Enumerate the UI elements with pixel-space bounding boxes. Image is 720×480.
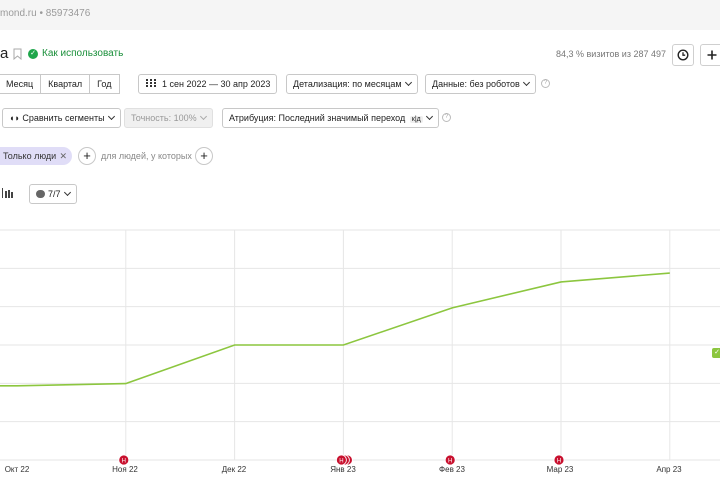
attribution-label: Атрибуция: Последний значимый переход <box>229 113 406 123</box>
chevron-down-icon <box>107 112 115 121</box>
chart-type-icon[interactable] <box>2 188 13 198</box>
clock-icon <box>677 49 689 61</box>
how-to-use-label: Как использовать <box>42 48 124 59</box>
date-range-label: 1 сен 2022 — 30 апр 2023 <box>162 79 271 89</box>
comment-icon <box>36 190 45 198</box>
chevron-down-icon <box>404 78 412 87</box>
close-icon[interactable]: ✕ <box>59 147 67 165</box>
help-icon[interactable]: ? <box>541 79 550 88</box>
breadcrumb-counter-id: 85973476 <box>45 8 91 19</box>
x-tick-label: Мар 23 <box>546 465 574 474</box>
data-mode-label: Данные: без роботов <box>432 79 520 89</box>
chevron-down-icon <box>199 112 207 121</box>
annotations-count: 7/7 <box>48 189 61 199</box>
annotation-marker[interactable]: Н <box>335 454 347 466</box>
visits-chart: НННННН <box>0 229 720 466</box>
add-filter-button[interactable]: + <box>195 147 213 165</box>
annotations-dropdown[interactable]: 7/7 <box>29 184 77 204</box>
annotation-marker-label: Н <box>448 459 452 465</box>
export-button[interactable] <box>700 44 720 66</box>
top-bar: mond.ru • 85973476 <box>0 0 720 30</box>
breadcrumb-site[interactable]: mond.ru <box>0 8 37 19</box>
x-tick-label: Фев 23 <box>439 465 465 474</box>
x-tick-label: Окт 22 <box>4 465 30 474</box>
annotation-marker-label: Н <box>339 459 343 465</box>
breadcrumb: mond.ru • 85973476 <box>0 8 90 19</box>
add-segment-button[interactable]: + <box>78 147 96 165</box>
segments-icon: ◖◗ <box>9 113 20 123</box>
series-line <box>0 272 670 387</box>
compare-segments-label: Сравнить сегменты <box>22 113 105 123</box>
chevron-down-icon <box>63 188 71 197</box>
filter-placeholder: для людей, у которых <box>101 151 192 161</box>
detail-dropdown[interactable]: Детализация: по месяцам <box>286 74 418 94</box>
accuracy-dropdown[interactable]: Точность: 100% <box>124 108 213 128</box>
x-tick-label: Ноя 22 <box>112 465 138 474</box>
date-range-button[interactable]: 1 сен 2022 — 30 апр 2023 <box>138 74 278 94</box>
annotation-marker[interactable]: Н <box>553 454 565 466</box>
annotation-marker[interactable]: Н <box>444 454 456 466</box>
annotation-marker[interactable]: Н <box>118 454 130 466</box>
period-year-button[interactable]: Год <box>90 74 120 94</box>
x-tick-label: Янв 23 <box>330 465 356 474</box>
page-title: а <box>0 45 9 62</box>
bookmark-icon[interactable] <box>13 48 22 60</box>
attribution-badge: к|д <box>409 116 423 123</box>
x-tick-label: Дек 22 <box>221 465 247 474</box>
title-row: а ✓ Как использовать 84,3 % визитов из 2… <box>0 44 720 66</box>
segment-chip[interactable]: Только люди ✕ <box>0 147 72 165</box>
compare-segments-dropdown[interactable]: ◖◗ Сравнить сегменты <box>2 108 121 128</box>
detail-label: Детализация: по месяцам <box>293 79 402 89</box>
help-icon[interactable]: ? <box>442 113 451 122</box>
plus-icon <box>707 50 717 60</box>
data-mode-dropdown[interactable]: Данные: без роботов <box>425 74 536 94</box>
segment-chip-label: Только люди <box>3 151 57 161</box>
chevron-down-icon <box>425 112 433 121</box>
series-toggle-checkbox[interactable]: ✓ <box>712 348 720 358</box>
annotation-marker-label: Н <box>557 459 561 465</box>
how-to-use-link[interactable]: ✓ Как использовать <box>28 48 123 59</box>
x-tick-label: Апр 23 <box>656 465 682 474</box>
accuracy-label: Точность: 100% <box>131 113 197 123</box>
attribution-dropdown[interactable]: Атрибуция: Последний значимый переход к|… <box>222 108 439 128</box>
check-circle-icon: ✓ <box>28 48 38 59</box>
chevron-down-icon <box>522 78 530 87</box>
visits-summary: 84,3 % визитов из 287 497 <box>556 49 666 59</box>
breadcrumb-separator: • <box>39 8 43 19</box>
period-selector: Месяц Квартал Год <box>0 74 120 94</box>
history-button[interactable] <box>672 44 694 66</box>
period-month-button[interactable]: Месяц <box>0 74 42 94</box>
annotation-marker-label: Н <box>122 459 126 465</box>
calendar-icon <box>146 79 156 87</box>
period-quarter-button[interactable]: Квартал <box>41 74 91 94</box>
